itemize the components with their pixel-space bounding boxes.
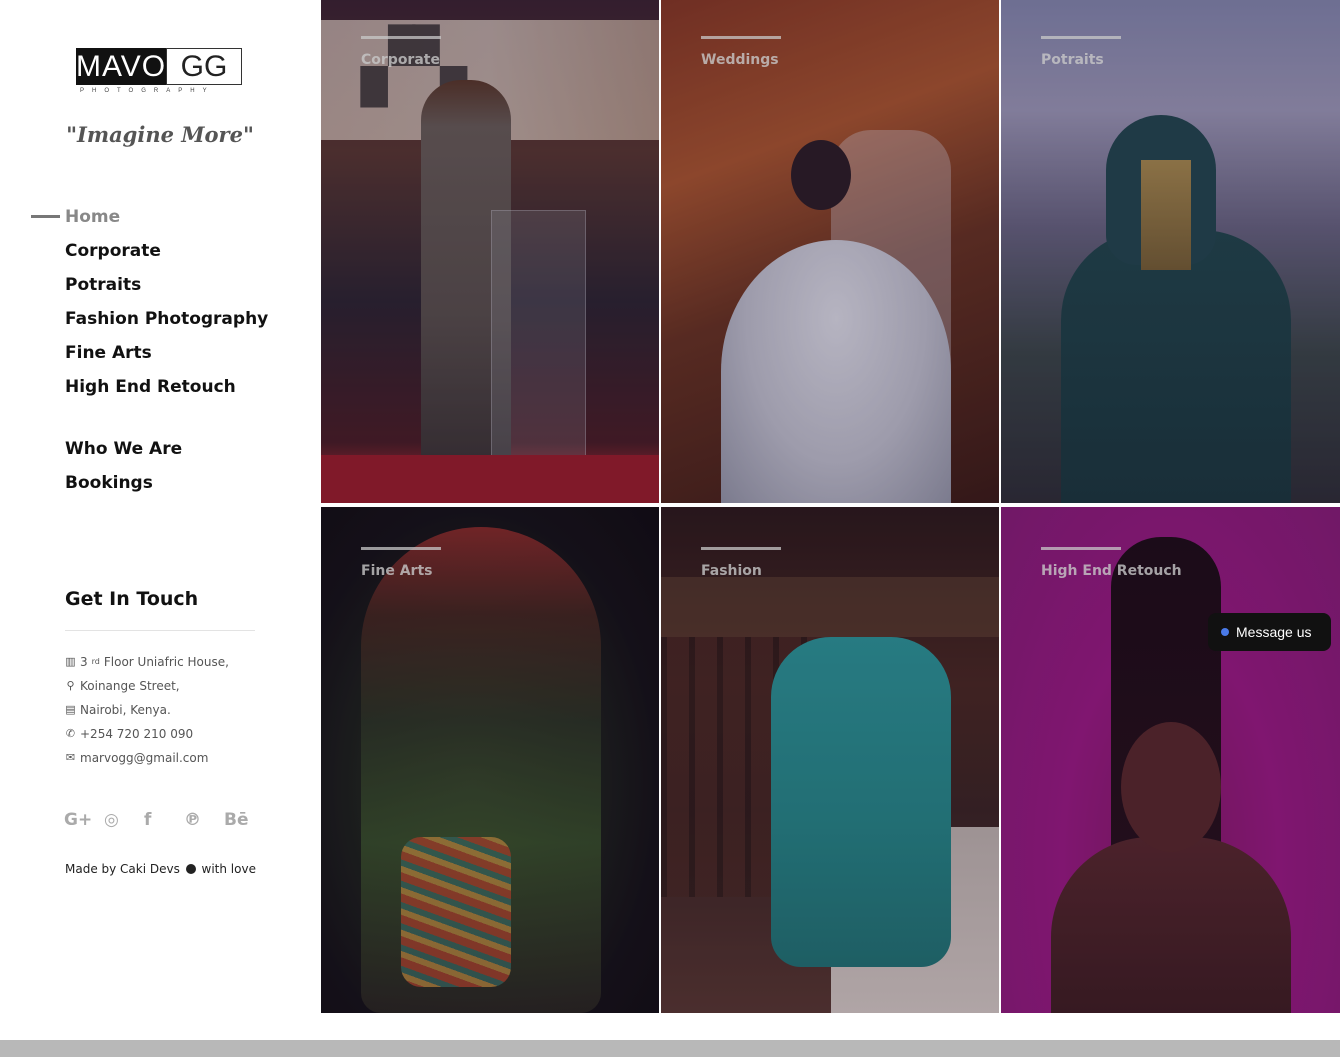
tile-accent-bar xyxy=(1041,36,1121,39)
street-text: Koinange Street, xyxy=(80,679,180,693)
tile-accent-bar xyxy=(361,36,441,39)
contact-email[interactable]: ✉ marvogg@gmail.com xyxy=(65,746,229,770)
tile-potraits[interactable]: Potraits xyxy=(1001,0,1340,503)
nav-active-indicator xyxy=(31,215,60,218)
nav-item-bookings[interactable]: Bookings xyxy=(65,471,182,505)
credit-suffix: with love xyxy=(201,862,256,876)
logo-subtitle: PHOTOGRAPHY xyxy=(80,88,215,94)
tile-label: Corporate xyxy=(361,52,440,68)
main-nav: Home Corporate Potraits Fashion Photogra… xyxy=(65,205,268,409)
nav-item-high-end-retouch[interactable]: High End Retouch xyxy=(65,375,268,409)
tile-high-end-retouch[interactable]: High End Retouch xyxy=(1001,507,1340,1013)
tile-accent-bar xyxy=(701,36,781,39)
logo[interactable]: MAVO GG PHOTOGRAPHY xyxy=(76,48,244,98)
logo-mark-right: GG xyxy=(166,48,242,85)
tile-label: Fine Arts xyxy=(361,563,433,579)
footer-bar xyxy=(0,1040,1340,1057)
tile-accent-bar xyxy=(361,547,441,550)
building-icon: ▥ xyxy=(65,655,76,668)
tile-fashion[interactable]: Fashion xyxy=(661,507,999,1013)
gallery-grid: ▞▚ Corporate Weddings Potraits Fine Arts xyxy=(320,0,1340,1013)
floor-suffix: rd xyxy=(91,657,100,666)
phone-text[interactable]: +254 720 210 090 xyxy=(80,725,193,743)
floor-number: 3 xyxy=(80,655,88,669)
map-marker-icon: ⚲ xyxy=(66,679,75,692)
tile-overlay xyxy=(321,507,659,1013)
tagline: "Imagine More" xyxy=(66,122,254,147)
instagram-icon[interactable]: ◎ xyxy=(104,808,144,832)
facebook-icon[interactable]: f xyxy=(144,808,184,832)
sidebar: MAVO GG PHOTOGRAPHY "Imagine More" Home … xyxy=(0,0,320,1040)
nav-item-corporate[interactable]: Corporate xyxy=(65,239,268,273)
contact-street: ⚲ Koinange Street, xyxy=(65,674,229,698)
tile-accent-bar xyxy=(701,547,781,550)
tile-overlay xyxy=(321,0,659,503)
nav-item-potraits[interactable]: Potraits xyxy=(65,273,268,307)
get-in-touch-heading: Get In Touch xyxy=(65,588,199,610)
contact-phone[interactable]: ✆ +254 720 210 090 xyxy=(65,722,229,746)
pinterest-icon[interactable]: ℗ xyxy=(184,808,224,832)
tile-label: Weddings xyxy=(701,52,779,68)
tile-overlay xyxy=(661,0,999,503)
tile-overlay xyxy=(1001,0,1340,503)
credit-line: Made by Caki Devs with love xyxy=(65,862,256,876)
google-plus-icon[interactable]: G+ xyxy=(64,808,104,832)
contact-city: ▤ Nairobi, Kenya. xyxy=(65,698,229,722)
tile-accent-bar xyxy=(1041,547,1121,550)
contact-list: ▥ 3rd Floor Uniafric House, ⚲ Koinange S… xyxy=(65,650,229,770)
tile-weddings[interactable]: Weddings xyxy=(661,0,999,503)
tile-overlay xyxy=(661,507,999,1013)
envelope-icon: ✉ xyxy=(65,751,76,764)
online-dot-icon xyxy=(1221,628,1229,636)
behance-icon[interactable]: Bē xyxy=(224,808,264,832)
tile-label: Potraits xyxy=(1041,52,1104,68)
tile-overlay xyxy=(1001,507,1340,1013)
message-us-button[interactable]: Message us xyxy=(1208,613,1331,651)
tile-label: High End Retouch xyxy=(1041,563,1182,579)
nav-item-fashion-photography[interactable]: Fashion Photography xyxy=(65,307,268,341)
tile-fine-arts[interactable]: Fine Arts xyxy=(321,507,659,1013)
nav-item-fine-arts[interactable]: Fine Arts xyxy=(65,341,268,375)
contact-address: ▥ 3rd Floor Uniafric House, xyxy=(65,650,229,674)
map-icon: ▤ xyxy=(65,703,76,716)
social-links: G+ ◎ f ℗ Bē xyxy=(64,808,264,832)
phone-icon: ✆ xyxy=(65,727,76,740)
nav-item-who-we-are[interactable]: Who We Are xyxy=(65,437,182,471)
credit-prefix: Made by Caki Devs xyxy=(65,862,180,876)
secondary-nav: Who We Are Bookings xyxy=(65,437,182,505)
divider xyxy=(65,630,255,631)
address-line: Floor Uniafric House, xyxy=(103,655,229,669)
message-us-label: Message us xyxy=(1236,624,1312,640)
logo-mark-left: MAVO xyxy=(76,48,167,85)
github-icon[interactable] xyxy=(185,864,196,874)
tile-label: Fashion xyxy=(701,563,762,579)
tile-corporate[interactable]: ▞▚ Corporate xyxy=(321,0,659,503)
city-text: Nairobi, Kenya. xyxy=(80,703,171,717)
nav-item-home[interactable]: Home xyxy=(65,205,268,239)
email-text[interactable]: marvogg@gmail.com xyxy=(80,749,208,767)
